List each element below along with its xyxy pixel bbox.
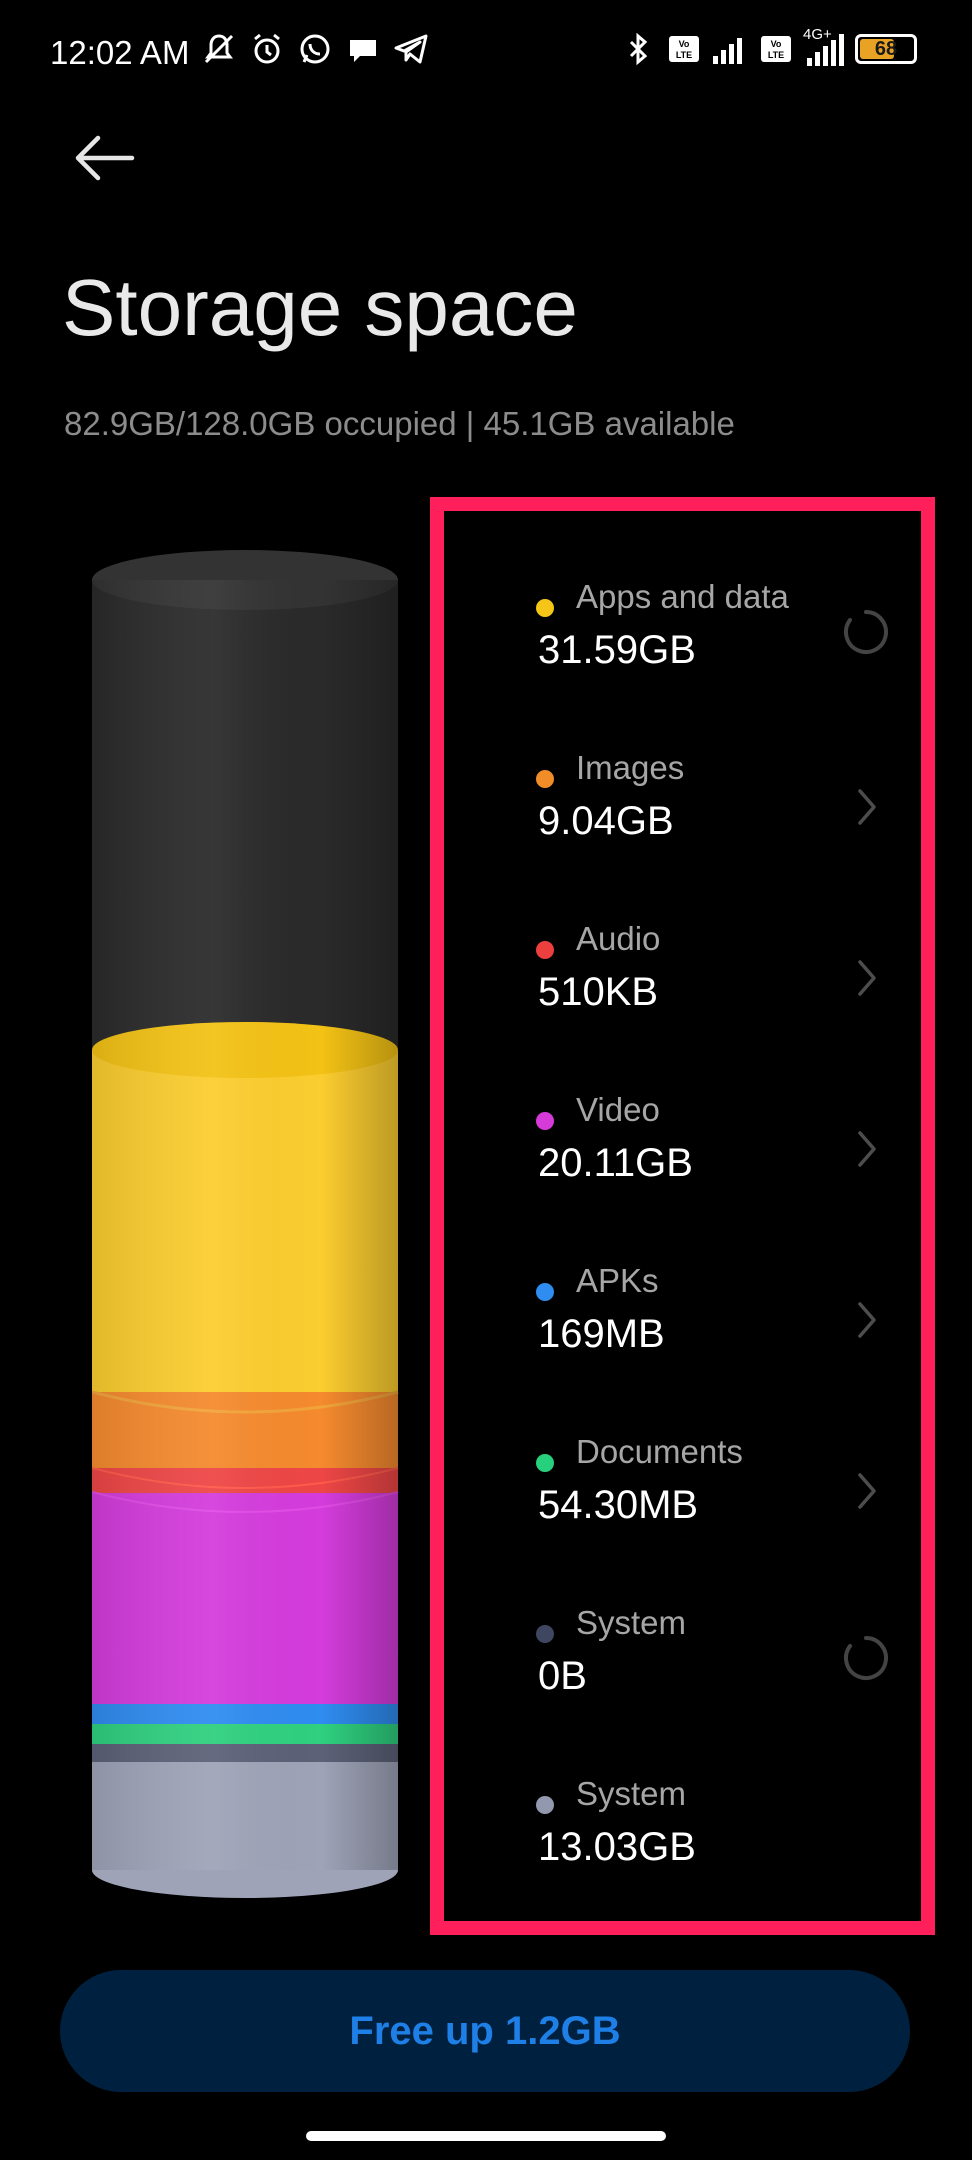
status-bar: 12:02 AM Vo LTE Vo LTE 4G+ 68 [0, 0, 972, 100]
volte-icon-2: VoLTE [761, 36, 791, 62]
category-size: 9.04GB [538, 799, 674, 843]
category-color-dot [536, 1625, 554, 1643]
status-system-icons: Vo LTE Vo LTE 4G+ 68 [619, 26, 917, 68]
chevron-right-icon [858, 1131, 876, 1167]
chevron-right-icon [858, 1473, 876, 1509]
page-title: Storage space [62, 263, 578, 352]
battery-icon: 68 [855, 34, 917, 64]
category-video[interactable]: Video 20.11GB [532, 1091, 912, 1231]
telegram-icon [394, 34, 428, 64]
category-color-dot [536, 770, 554, 788]
status-time: 12:02 AM [50, 34, 190, 71]
category-color-dot [536, 1454, 554, 1472]
category-apks[interactable]: APKs 169MB [532, 1262, 912, 1402]
loading-spinner-icon [844, 610, 888, 654]
chevron-right-icon [858, 789, 876, 825]
category-size: 54.30MB [538, 1483, 699, 1527]
category-documents[interactable]: Documents 54.30MB [532, 1433, 912, 1573]
category-system-2[interactable]: System 13.03GB [532, 1775, 912, 1915]
category-size: 0B [538, 1654, 587, 1698]
category-color-dot [536, 941, 554, 959]
category-size: 20.11GB [538, 1141, 693, 1185]
category-system[interactable]: System 0B [532, 1604, 912, 1744]
category-apps-and-data[interactable]: Apps and data 31.59GB [532, 578, 912, 718]
chevron-right-icon [858, 960, 876, 996]
category-label: Documents [576, 1433, 743, 1470]
signal-4g-icon: 4G+ [803, 26, 847, 68]
category-size: 510KB [538, 970, 659, 1014]
home-indicator[interactable] [306, 2131, 666, 2141]
svg-text:Vo: Vo [679, 39, 690, 49]
category-label: Audio [576, 920, 661, 957]
alarm-icon [254, 33, 280, 64]
svg-text:Vo: Vo [771, 39, 782, 49]
category-label: Images [576, 749, 685, 786]
category-label: APKs [576, 1262, 659, 1299]
category-size: 169MB [538, 1312, 665, 1356]
free-up-button[interactable]: Free up 1.2GB [60, 1970, 910, 2092]
volte-icon: VoLTE [669, 36, 699, 62]
whatsapp-icon [300, 34, 330, 64]
status-notification-icons [200, 30, 430, 68]
storage-cylinder-graphic [92, 550, 399, 1898]
svg-text:LTE: LTE [768, 50, 784, 60]
mute-bell-icon [204, 34, 234, 64]
chat-bubble-icon [350, 40, 376, 62]
category-size: 13.03GB [538, 1825, 696, 1869]
category-label: Video [576, 1091, 660, 1128]
category-images[interactable]: Images 9.04GB [532, 749, 912, 889]
category-size: 31.59GB [538, 628, 696, 672]
category-color-dot [536, 1796, 554, 1814]
signal-strength-icon [713, 38, 742, 64]
category-label: Apps and data [576, 578, 789, 615]
category-color-dot [536, 1112, 554, 1130]
bluetooth-icon [629, 32, 648, 66]
battery-level: 68 [874, 38, 898, 60]
category-label: System [576, 1775, 687, 1812]
storage-summary: 82.9GB/128.0GB occupied | 45.1GB availab… [64, 405, 735, 442]
loading-spinner-icon [844, 1636, 888, 1680]
category-color-dot [536, 1283, 554, 1301]
back-arrow-icon[interactable] [70, 130, 140, 186]
chevron-right-icon [858, 1302, 876, 1338]
svg-text:LTE: LTE [676, 50, 692, 60]
category-label: System [576, 1604, 687, 1641]
category-audio[interactable]: Audio 510KB [532, 920, 912, 1060]
category-color-dot [536, 599, 554, 617]
